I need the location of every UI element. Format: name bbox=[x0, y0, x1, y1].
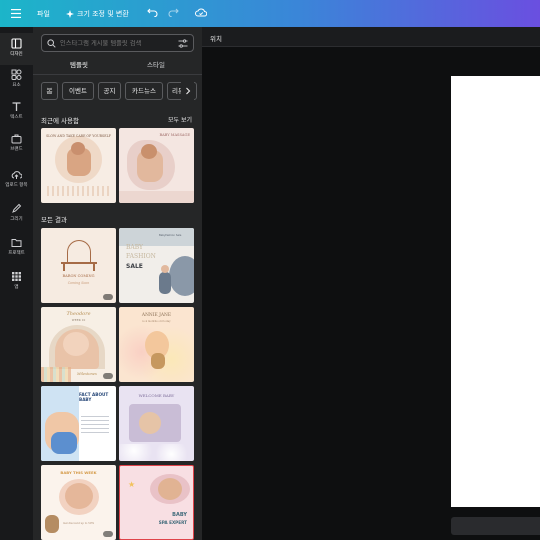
search-icon bbox=[47, 38, 56, 48]
rail-label-elements: 요소 bbox=[12, 83, 21, 88]
bottom-controls[interactable] bbox=[451, 517, 540, 535]
rail-label-apps: 앱 bbox=[14, 285, 19, 290]
chip-event[interactable]: 이벤트 bbox=[62, 82, 94, 100]
resize-button[interactable]: 크기 조정 및 변환 bbox=[66, 7, 129, 20]
template-result-2-small: Babyfashion Sale bbox=[159, 234, 182, 237]
premium-crown-icon bbox=[103, 294, 113, 300]
template-result-3-title: Theodore bbox=[66, 311, 91, 317]
template-result-1[interactable]: BARON COMING Coming Soon bbox=[41, 228, 116, 303]
tab-divider bbox=[33, 74, 202, 75]
rail-label-design: 디자인 bbox=[10, 52, 23, 57]
shapes-icon bbox=[11, 69, 22, 80]
chips-scroll-right[interactable] bbox=[181, 82, 194, 100]
position-button[interactable]: 위치 bbox=[210, 33, 222, 43]
context-toolbar: 위치 bbox=[202, 27, 540, 47]
premium-crown-icon bbox=[103, 373, 113, 379]
undo-icon bbox=[147, 8, 158, 18]
template-search[interactable] bbox=[41, 34, 194, 52]
template-result-1-sub: Coming Soon bbox=[67, 281, 90, 285]
filter-sliders-icon[interactable] bbox=[178, 39, 188, 48]
rail-item-design[interactable]: 디자인 bbox=[0, 33, 33, 65]
template-result-8-line1: BABY bbox=[172, 512, 187, 518]
text-icon bbox=[12, 102, 21, 111]
template-result-4-title: ANNIE JANE bbox=[141, 313, 172, 318]
pen-icon bbox=[12, 203, 22, 213]
folder-icon bbox=[11, 239, 22, 247]
template-result-6-title: WELCOME BABY bbox=[138, 393, 175, 398]
cloud-sync-icon bbox=[195, 8, 208, 17]
redo-button[interactable] bbox=[168, 7, 180, 19]
cloud-sync-button[interactable] bbox=[195, 7, 208, 19]
template-result-2-line2: FASHION bbox=[126, 253, 156, 260]
chip-notice[interactable]: 공지 bbox=[98, 82, 121, 100]
side-rail: 디자인 요소 텍스트 브랜드 업로드 항목 그리기 프로젝트 앱 bbox=[0, 27, 33, 540]
templates-panel: 템플릿 스타일 봄 이벤트 공지 카드뉴스 리뷰 최근에 사용함 모두 보기 S… bbox=[33, 27, 202, 540]
template-result-3-sub: WEEK 10 bbox=[71, 318, 86, 322]
template-result-5-title: FACT ABOUT BABY bbox=[79, 392, 109, 402]
tab-templates[interactable]: 템플릿 bbox=[41, 57, 117, 75]
resize-label: 크기 조정 및 변환 bbox=[77, 9, 129, 18]
template-result-2-line1: BABY bbox=[126, 244, 144, 251]
recent-title: 최근에 사용함 bbox=[41, 117, 79, 125]
chip-cardnews[interactable]: 카드뉴스 bbox=[125, 82, 163, 100]
rail-label-draw: 그리기 bbox=[10, 217, 23, 222]
template-result-2-line3: SALE bbox=[126, 263, 143, 270]
template-result-8-selected[interactable]: ★ BABY SPA EXPERT bbox=[119, 465, 194, 540]
redo-icon bbox=[168, 8, 179, 18]
cloud-upload-icon bbox=[11, 171, 22, 179]
layout-icon bbox=[11, 38, 22, 49]
category-chips: 봄 이벤트 공지 카드뉴스 리뷰 bbox=[41, 82, 202, 100]
template-recent-1[interactable]: SLOW AND TAKE CARE OF YOURSELF bbox=[41, 128, 116, 203]
file-menu[interactable]: 파일 bbox=[37, 9, 50, 19]
search-input[interactable] bbox=[60, 39, 178, 47]
template-result-8-line2: SPA EXPERT bbox=[158, 520, 187, 525]
undo-button[interactable] bbox=[147, 7, 159, 19]
hamburger-icon bbox=[11, 9, 21, 18]
template-recent-2-caption: BABY MASSAGE bbox=[159, 133, 190, 137]
rail-item-uploads[interactable]: 업로드 항목 bbox=[0, 164, 33, 196]
briefcase-icon bbox=[11, 134, 22, 144]
menu-button[interactable] bbox=[11, 8, 22, 19]
chevron-right-icon bbox=[185, 87, 190, 95]
see-all-link[interactable]: 모두 보기 bbox=[168, 115, 192, 124]
template-recent-2[interactable]: BABY MASSAGE bbox=[119, 128, 194, 203]
template-result-4-sub: is 4 months old today bbox=[142, 320, 171, 323]
apps-grid-icon bbox=[12, 272, 21, 281]
template-result-1-title: BARON COMING bbox=[62, 274, 95, 278]
rail-label-projects: 프로젝트 bbox=[8, 251, 25, 256]
rail-item-brand[interactable]: 브랜드 bbox=[0, 128, 33, 160]
template-result-7-footer: Get discount up to 50% bbox=[63, 522, 94, 525]
premium-crown-icon bbox=[103, 531, 113, 537]
top-toolbar: 파일 크기 조정 및 변환 bbox=[0, 0, 540, 27]
rail-item-draw[interactable]: 그리기 bbox=[0, 198, 33, 230]
rail-item-apps[interactable]: 앱 bbox=[0, 266, 33, 298]
rail-item-text[interactable]: 텍스트 bbox=[0, 96, 33, 128]
design-page[interactable] bbox=[451, 76, 540, 507]
rail-label-text: 텍스트 bbox=[10, 115, 23, 120]
rail-label-brand: 브랜드 bbox=[10, 147, 23, 152]
tab-styles[interactable]: 스타일 bbox=[118, 57, 194, 75]
template-result-3-footer: Milestones bbox=[77, 372, 97, 376]
rail-label-uploads: 업로드 항목 bbox=[5, 183, 28, 188]
template-result-4[interactable]: ANNIE JANE is 4 months old today bbox=[119, 307, 194, 382]
template-result-3[interactable]: Theodore WEEK 10 Milestones bbox=[41, 307, 116, 382]
template-result-6[interactable]: WELCOME BABY bbox=[119, 386, 194, 461]
rail-item-elements[interactable]: 요소 bbox=[0, 64, 33, 96]
template-result-7-title: BABY THIS WEEK bbox=[60, 470, 97, 475]
template-result-5[interactable]: FACT ABOUT BABY bbox=[41, 386, 116, 461]
template-result-2[interactable]: BABY FASHION SALE Babyfashion Sale bbox=[119, 228, 194, 303]
chip-spring[interactable]: 봄 bbox=[41, 82, 58, 100]
rail-item-projects[interactable]: 프로젝트 bbox=[0, 232, 33, 264]
panel-tabs: 템플릿 스타일 bbox=[41, 57, 194, 75]
sparkle-icon bbox=[66, 9, 74, 18]
all-results-title: 모든 결과 bbox=[41, 216, 67, 224]
star-icon: ★ bbox=[128, 480, 136, 489]
template-result-7[interactable]: BABY THIS WEEK Get discount up to 50% bbox=[41, 465, 116, 540]
template-recent-1-caption: SLOW AND TAKE CARE OF YOURSELF bbox=[46, 134, 111, 138]
